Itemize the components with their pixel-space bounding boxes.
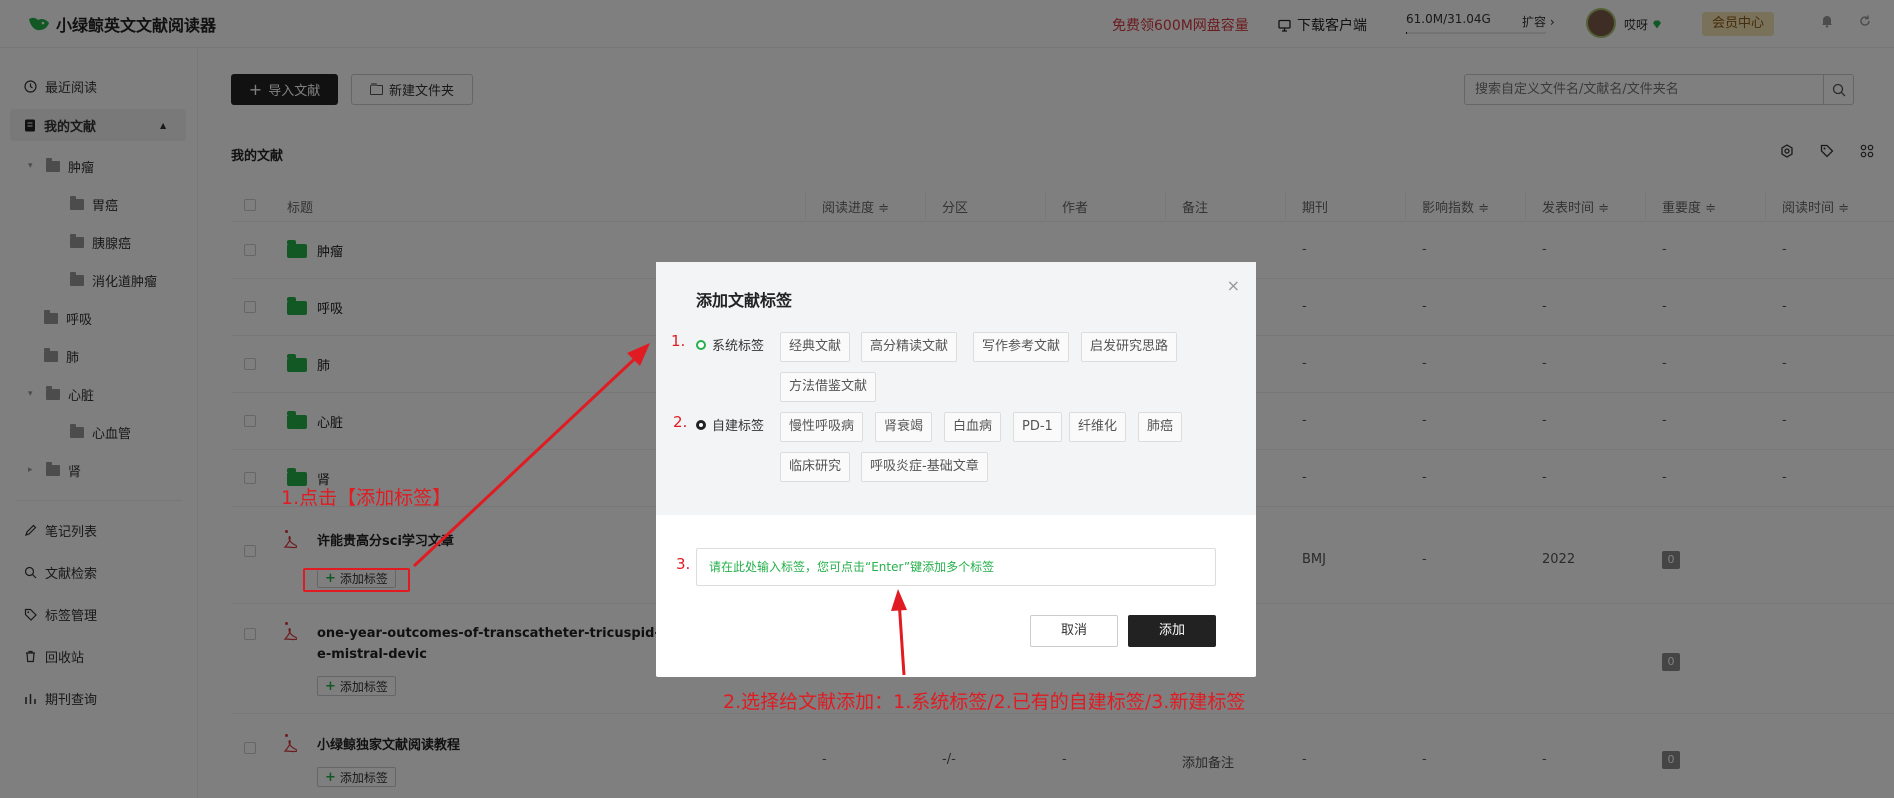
- annotation-highlight-box: [303, 568, 410, 592]
- custom-tag[interactable]: 肾衰竭: [875, 412, 933, 442]
- system-tag[interactable]: 经典文献: [780, 332, 851, 362]
- annotation-number-1: 1.: [671, 332, 686, 350]
- custom-tag[interactable]: PD-1: [1013, 412, 1062, 442]
- system-tag-label: 系统标签: [712, 339, 765, 354]
- custom-tag[interactable]: 纤维化: [1069, 412, 1127, 442]
- custom-tag-option[interactable]: 自建标签: [696, 415, 764, 434]
- dialog-title: 添加文献标签: [696, 291, 793, 310]
- system-tag[interactable]: 启发研究思路: [1081, 332, 1178, 362]
- radio-icon: [696, 339, 706, 350]
- system-tag[interactable]: 高分精读文献: [861, 332, 958, 362]
- annotation-click-hint: 1.点击【添加标签】: [281, 487, 452, 509]
- close-icon[interactable]: ×: [1227, 276, 1240, 295]
- custom-tag-label: 自建标签: [712, 419, 765, 434]
- system-tag[interactable]: 写作参考文献: [973, 332, 1070, 362]
- annotation-number-2: 2.: [673, 413, 688, 431]
- annotation-choose-hint: 2.选择给文献添加：1.系统标签/2.已有的自建标签/3.新建标签: [723, 691, 1246, 713]
- radio-icon: [696, 419, 706, 430]
- custom-tag[interactable]: 慢性呼吸病: [780, 412, 864, 442]
- custom-tag[interactable]: 临床研究: [780, 452, 851, 482]
- tag-input[interactable]: 请在此处输入标签，您可点击“Enter”键添加多个标签: [696, 548, 1216, 586]
- custom-tag[interactable]: 白血病: [944, 412, 1002, 442]
- system-tag[interactable]: 方法借鉴文献: [780, 372, 877, 402]
- annotation-number-3: 3.: [676, 555, 691, 573]
- custom-tag[interactable]: 肺癌: [1138, 412, 1183, 442]
- add-tag-dialog: 添加文献标签 × 系统标签 经典文献 高分精读文献 写作参考文献 启发研究思路 …: [656, 262, 1256, 677]
- confirm-add-button[interactable]: 添加: [1128, 615, 1216, 647]
- cancel-button[interactable]: 取消: [1030, 615, 1118, 647]
- system-tag-option[interactable]: 系统标签: [696, 335, 764, 354]
- custom-tag[interactable]: 呼吸炎症-基础文章: [861, 452, 988, 482]
